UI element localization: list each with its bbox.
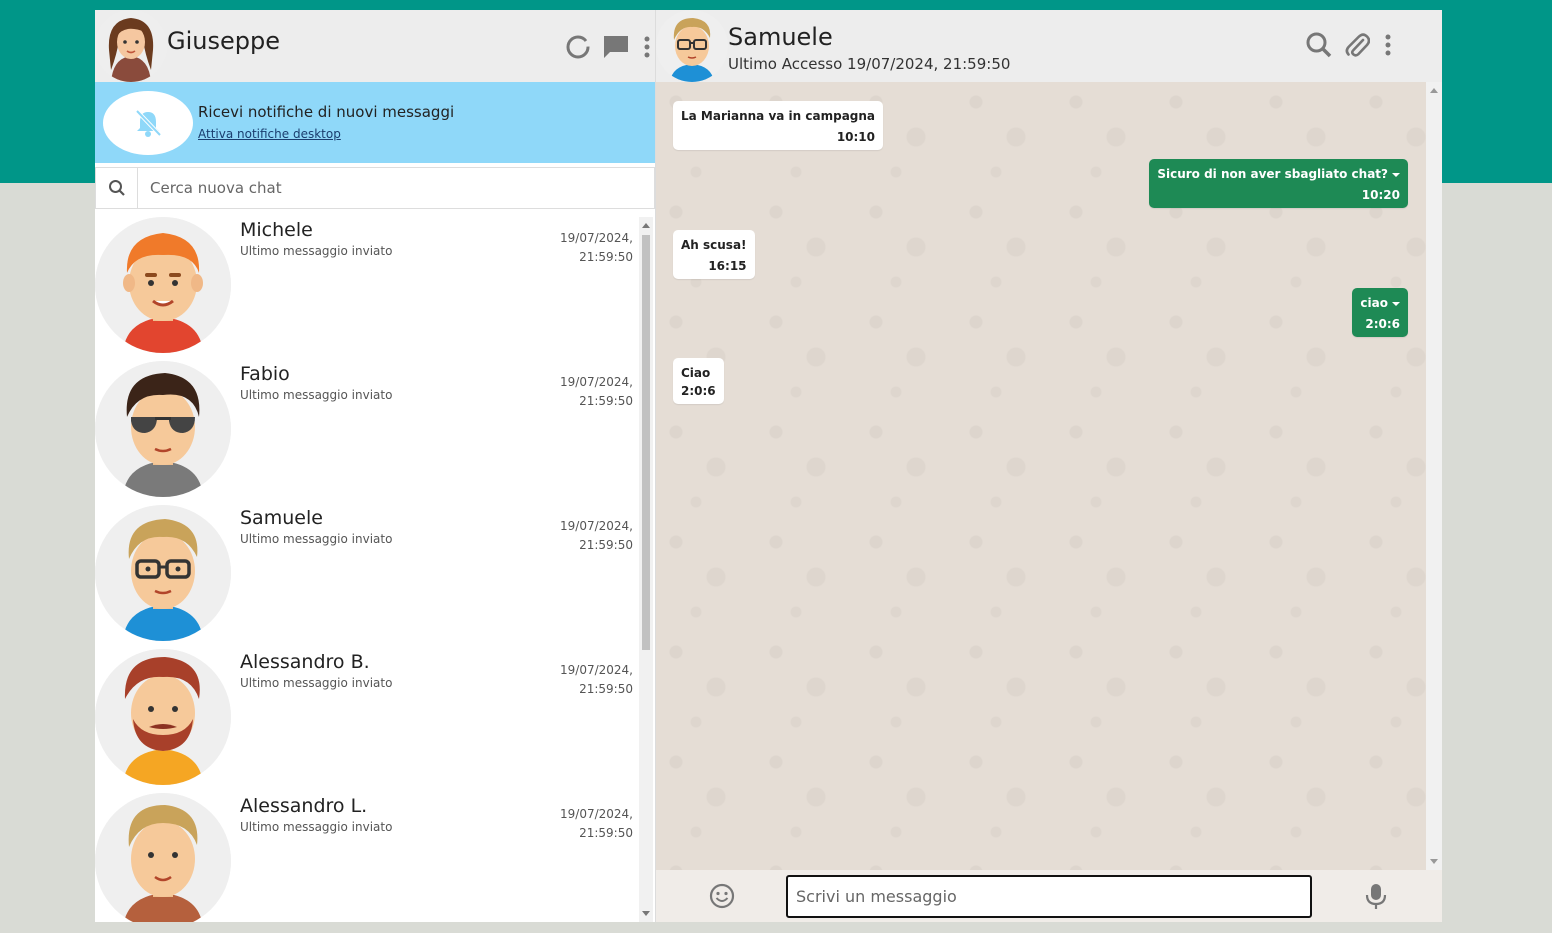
scroll-up-arrow[interactable] [1430,88,1438,93]
notification-banner: Ricevi notifiche di nuovi messaggi Attiv… [95,82,655,163]
message-text: La Marianna va in campagna [681,109,876,123]
message-text-content: Sicuro di non aver sbagliato chat? [1157,167,1388,181]
chat-last-message: Ultimo messaggio inviato [240,244,393,258]
chat-date: 19/07/2024, [560,519,633,533]
conversation-header: Samuele Ultimo Accesso 19/07/2024, 21:59… [656,10,1442,82]
chat-timestamp: 19/07/2024, 21:59:50 [553,805,633,843]
chat-time: 21:59:50 [579,826,633,840]
avatar [95,217,231,353]
chat-time: 21:59:50 [579,538,633,552]
chat-name: Michele [240,219,313,241]
chat-name: Fabio [240,363,290,385]
message-text-content: ciao [1360,296,1388,310]
message-options-icon[interactable] [1392,172,1400,177]
search-icon[interactable] [96,168,138,208]
message-time: 2:0:6 [681,384,716,398]
contact-avatar[interactable] [656,10,728,82]
menu-icon[interactable] [1380,30,1396,60]
search-input[interactable] [138,168,654,208]
new-chat-icon[interactable] [601,32,631,62]
chat-last-message: Ultimo messaggio inviato [240,820,393,834]
avatar [95,505,231,641]
chat-last-message: Ultimo messaggio inviato [240,676,393,690]
message-sent: ciao 2:0:6 [1352,288,1408,337]
message-input[interactable] [786,875,1312,918]
notification-title: Ricevi notifiche di nuovi messaggi [198,103,455,121]
chat-date: 19/07/2024, [560,663,633,677]
avatar [95,649,231,785]
chat-name: Alessandro L. [240,795,368,817]
menu-icon[interactable] [639,32,655,62]
chat-time: 21:59:50 [579,394,633,408]
search-icon[interactable] [1304,30,1334,60]
chat-item-samuele[interactable]: Samuele Ultimo messaggio inviato 19/07/2… [95,505,639,649]
message-time: 10:20 [1361,188,1400,202]
chat-last-message: Ultimo messaggio inviato [240,388,393,402]
messages-area: La Marianna va in campagna 10:10 Sicuro … [656,82,1442,870]
bell-off-icon [103,90,193,155]
chat-list-container: Michele Ultimo messaggio inviato 19/07/2… [95,217,655,922]
scroll-up-arrow[interactable] [642,223,650,228]
emoji-icon[interactable] [708,882,736,910]
chat-name: Samuele [240,507,323,529]
avatar [95,361,231,497]
message-composer [656,870,1442,922]
microphone-icon[interactable] [1364,882,1388,910]
search-bar [95,167,655,209]
scroll-thumb[interactable] [642,235,650,650]
message-text: ciao [1360,296,1400,310]
message-options-icon[interactable] [1392,301,1400,306]
chat-timestamp: 19/07/2024, 21:59:50 [553,229,633,267]
message-received: Ciao 2:0:6 [673,358,724,404]
my-name: Giuseppe [167,27,280,55]
chat-timestamp: 19/07/2024, 21:59:50 [553,517,633,555]
message-sent: Sicuro di non aver sbagliato chat? 10:20 [1149,159,1408,208]
message-text: Sicuro di non aver sbagliato chat? [1157,167,1400,181]
contact-name: Samuele [728,23,833,51]
chat-item-alessandro-b[interactable]: Alessandro B. Ultimo messaggio inviato 1… [95,649,639,793]
chat-item-fabio[interactable]: Fabio Ultimo messaggio inviato 19/07/202… [95,361,639,505]
chat-timestamp: 19/07/2024, 21:59:50 [553,661,633,699]
message-received: La Marianna va in campagna 10:10 [673,101,884,150]
messages-scrollbar[interactable] [1426,82,1442,870]
scroll-down-arrow[interactable] [642,911,650,916]
chat-date: 19/07/2024, [560,375,633,389]
sidebar: Giuseppe Ricevi notifiche di nuovi messa… [95,10,656,922]
attachment-icon[interactable] [1342,30,1372,60]
chat-name: Alessandro B. [240,651,370,673]
contact-last-seen: Ultimo Accesso 19/07/2024, 21:59:50 [728,55,1011,73]
message-time: 10:10 [836,130,876,144]
chat-date: 19/07/2024, [560,807,633,821]
avatar [95,793,231,922]
chat-timestamp: 19/07/2024, 21:59:50 [553,373,633,411]
chat-item-alessandro-l[interactable]: Alessandro L. Ultimo messaggio inviato 1… [95,793,639,922]
chat-last-message: Ultimo messaggio inviato [240,532,393,546]
scroll-down-arrow[interactable] [1430,859,1438,864]
my-avatar[interactable] [95,10,167,82]
conversation-panel: Samuele Ultimo Accesso 19/07/2024, 21:59… [656,10,1442,922]
status-icon[interactable] [563,32,593,62]
chat-date: 19/07/2024, [560,231,633,245]
enable-notifications-link[interactable]: Attiva notifiche desktop [198,127,341,141]
message-text: Ciao [681,366,711,380]
message-time: 2:0:6 [1365,317,1400,331]
chat-time: 21:59:50 [579,682,633,696]
chat-item-michele[interactable]: Michele Ultimo messaggio inviato 19/07/2… [95,217,639,361]
chat-list: Michele Ultimo messaggio inviato 19/07/2… [95,217,639,922]
message-text: Ah scusa! [681,238,747,252]
chat-list-scrollbar[interactable] [639,217,653,922]
app-window: Giuseppe Ricevi notifiche di nuovi messa… [95,10,1442,922]
sidebar-header: Giuseppe [95,10,655,82]
message-time: 16:15 [708,259,747,273]
message-received: Ah scusa! 16:15 [673,230,755,279]
chat-time: 21:59:50 [579,250,633,264]
